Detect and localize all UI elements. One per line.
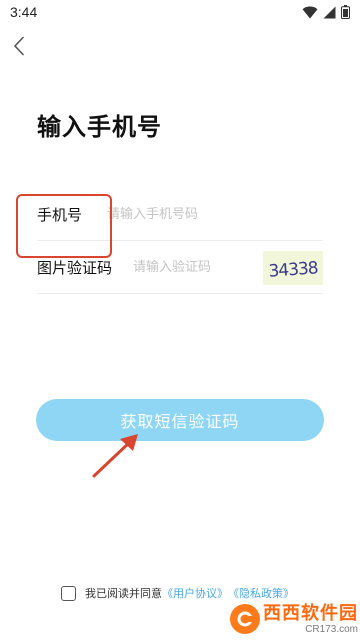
user-agreement-link[interactable]: 《用户协议》 — [162, 585, 228, 601]
privacy-policy-link[interactable]: 《隐私政策》 — [228, 585, 294, 601]
signal-icon — [323, 6, 336, 19]
agreement-checkbox[interactable] — [61, 585, 76, 601]
watermark-text: 西西软件园 CR173.com — [263, 602, 358, 635]
annotation-arrow-icon — [90, 428, 146, 484]
status-bar: 3:44 — [0, 0, 360, 26]
status-icons — [302, 5, 350, 19]
chevron-left-icon — [13, 36, 25, 60]
watermark-logo-icon — [230, 604, 260, 634]
watermark-title: 西西软件园 — [263, 602, 358, 624]
watermark: 西西软件园 CR173.com — [230, 600, 358, 638]
annotation-highlight-box — [16, 194, 112, 258]
captcha-image[interactable]: 34338 — [263, 251, 323, 285]
captcha-label: 图片验证码 — [37, 259, 113, 277]
watermark-sub: CR173.com — [305, 623, 358, 635]
agreement-row: 我已阅读并同意 《用户协议》 《隐私政策》 — [61, 585, 294, 601]
agreement-text: 我已阅读并同意 — [85, 587, 162, 600]
status-time: 3:44 — [10, 4, 38, 20]
back-button[interactable] — [6, 34, 32, 62]
get-sms-code-button[interactable]: 获取短信验证码 — [36, 399, 324, 441]
page-title: 输入手机号 — [37, 113, 162, 141]
captcha-input[interactable] — [133, 260, 283, 275]
wifi-icon — [302, 6, 318, 19]
captcha-code: 34338 — [268, 258, 319, 281]
battery-icon — [341, 5, 350, 19]
phone-input[interactable] — [107, 207, 257, 222]
